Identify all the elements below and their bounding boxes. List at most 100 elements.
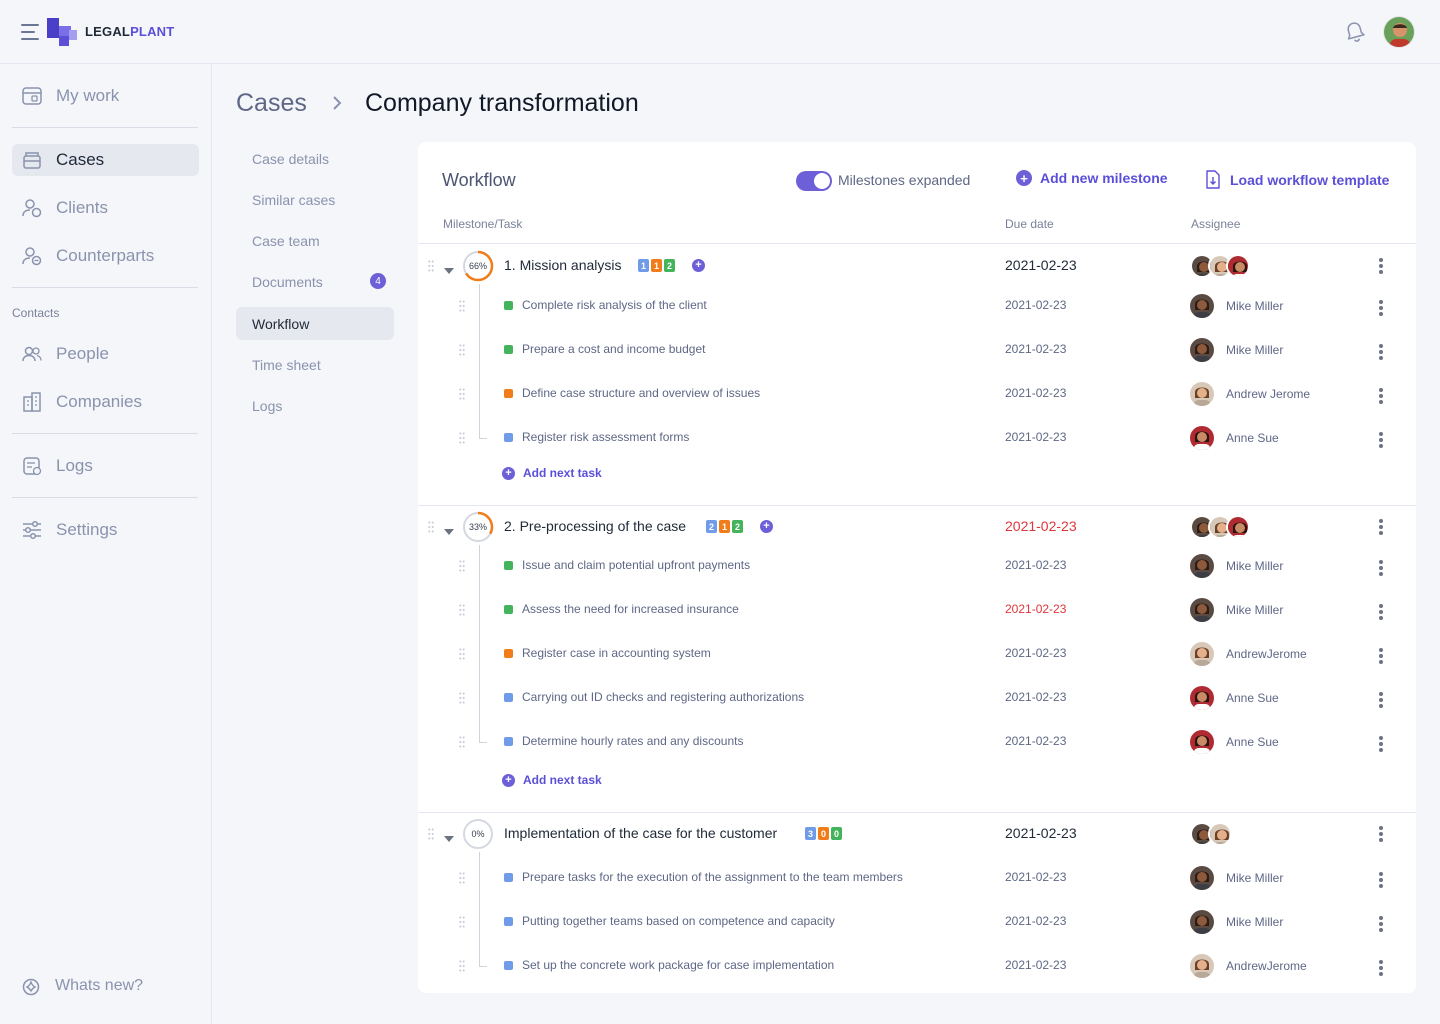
more-options-icon[interactable] bbox=[1379, 560, 1383, 576]
more-options-icon[interactable] bbox=[1379, 344, 1383, 360]
load-template-button[interactable]: Load workflow template bbox=[1204, 170, 1389, 190]
drag-handle-icon[interactable] bbox=[428, 828, 434, 840]
bell-icon[interactable] bbox=[1344, 20, 1366, 44]
sidebar-item-logs[interactable]: Logs bbox=[12, 450, 199, 482]
task-title[interactable]: Prepare tasks for the execution of the a… bbox=[522, 870, 903, 884]
task-assignee[interactable]: Anne Sue bbox=[1190, 426, 1279, 450]
whats-new-link[interactable]: Whats new? bbox=[21, 976, 143, 996]
task-assignee[interactable]: Anne Sue bbox=[1190, 686, 1279, 710]
subnav-workflow[interactable]: Workflow bbox=[236, 307, 394, 340]
drag-handle-icon[interactable] bbox=[459, 344, 465, 356]
task-title[interactable]: Complete risk analysis of the client bbox=[522, 298, 707, 312]
drag-handle-icon[interactable] bbox=[459, 960, 465, 972]
sidebar-item-label: Settings bbox=[56, 520, 118, 539]
sidebar-item-my-work[interactable]: My work bbox=[12, 80, 199, 112]
task-status-indicator bbox=[504, 917, 513, 926]
milestone-due-date: 2021-02-23 bbox=[1005, 257, 1077, 273]
more-options-icon[interactable] bbox=[1379, 692, 1383, 708]
plus-icon: + bbox=[1016, 170, 1032, 186]
task-assignee[interactable]: Mike Miller bbox=[1190, 294, 1283, 318]
buildings-icon bbox=[20, 390, 44, 414]
task-assignee[interactable]: AndrewJerome bbox=[1190, 642, 1307, 666]
assignee-avatar-stack[interactable] bbox=[1190, 822, 1232, 846]
drag-handle-icon[interactable] bbox=[459, 916, 465, 928]
sidebar-item-counterparts[interactable]: Counterparts bbox=[12, 240, 199, 272]
task-title[interactable]: Determine hourly rates and any discounts bbox=[522, 734, 743, 748]
sidebar-item-companies[interactable]: Companies bbox=[12, 386, 199, 418]
drag-handle-icon[interactable] bbox=[428, 260, 434, 272]
task-title[interactable]: Set up the concrete work package for cas… bbox=[522, 958, 834, 972]
collapse-caret-icon[interactable] bbox=[444, 523, 454, 535]
menu-icon[interactable] bbox=[21, 24, 39, 40]
more-options-icon[interactable] bbox=[1379, 916, 1383, 932]
subnav-case-details[interactable]: Case details bbox=[236, 142, 394, 175]
drag-handle-icon[interactable] bbox=[459, 300, 465, 312]
task-title[interactable]: Prepare a cost and income budget bbox=[522, 342, 705, 356]
user-avatar[interactable] bbox=[1383, 16, 1415, 48]
assignee-avatar-stack[interactable] bbox=[1190, 254, 1250, 278]
drag-handle-icon[interactable] bbox=[459, 872, 465, 884]
drag-handle-icon[interactable] bbox=[428, 521, 434, 533]
task-assignee[interactable]: Mike Miller bbox=[1190, 866, 1283, 890]
assignee-avatar-stack[interactable] bbox=[1190, 515, 1250, 539]
drag-handle-icon[interactable] bbox=[459, 692, 465, 704]
sidebar-item-settings[interactable]: Settings bbox=[12, 514, 199, 546]
subnav-documents[interactable]: Documents 4 bbox=[236, 265, 394, 298]
tree-line bbox=[479, 545, 480, 742]
sidebar-item-label: Counterparts bbox=[56, 246, 155, 265]
milestone-title[interactable]: 2. Pre-processing of the case bbox=[504, 518, 686, 534]
add-next-task-button[interactable]: + Add next task bbox=[502, 466, 602, 480]
more-options-icon[interactable] bbox=[1379, 258, 1383, 274]
sidebar-item-cases[interactable]: Cases bbox=[12, 144, 199, 176]
drag-handle-icon[interactable] bbox=[459, 736, 465, 748]
subnav-similar-cases[interactable]: Similar cases bbox=[236, 183, 394, 216]
collapse-caret-icon[interactable] bbox=[444, 830, 454, 842]
more-options-icon[interactable] bbox=[1379, 300, 1383, 316]
task-title[interactable]: Assess the need for increased insurance bbox=[522, 602, 739, 616]
task-title[interactable]: Register case in accounting system bbox=[522, 646, 711, 660]
more-options-icon[interactable] bbox=[1379, 388, 1383, 404]
more-options-icon[interactable] bbox=[1379, 648, 1383, 664]
task-assignee[interactable]: Andrew Jerome bbox=[1190, 382, 1310, 406]
task-due-date: 2021-02-23 bbox=[1005, 734, 1067, 748]
more-options-icon[interactable] bbox=[1379, 872, 1383, 888]
add-task-plus-icon[interactable]: + bbox=[692, 259, 705, 272]
more-options-icon[interactable] bbox=[1379, 960, 1383, 976]
task-assignee[interactable]: Anne Sue bbox=[1190, 730, 1279, 754]
task-assignee[interactable]: Mike Miller bbox=[1190, 598, 1283, 622]
sidebar-item-people[interactable]: People bbox=[12, 338, 199, 370]
more-options-icon[interactable] bbox=[1379, 604, 1383, 620]
subnav-time-sheet[interactable]: Time sheet bbox=[236, 348, 394, 381]
task-title[interactable]: Issue and claim potential upfront paymen… bbox=[522, 558, 750, 572]
task-title[interactable]: Define case structure and overview of is… bbox=[522, 386, 760, 400]
add-task-plus-icon[interactable]: + bbox=[760, 520, 773, 533]
add-next-task-button[interactable]: + Add next task bbox=[502, 773, 602, 787]
more-options-icon[interactable] bbox=[1379, 826, 1383, 842]
task-assignee[interactable]: Mike Miller bbox=[1190, 338, 1283, 362]
sidebar-item-clients[interactable]: Clients bbox=[12, 192, 199, 224]
collapse-caret-icon[interactable] bbox=[444, 262, 454, 274]
subnav-case-team[interactable]: Case team bbox=[236, 224, 394, 257]
task-title[interactable]: Carrying out ID checks and registering a… bbox=[522, 690, 804, 704]
breadcrumb-cases[interactable]: Cases bbox=[236, 89, 307, 118]
toggle-label: Milestones expanded bbox=[838, 172, 971, 188]
milestones-expanded-toggle[interactable] bbox=[796, 171, 832, 191]
milestone-title[interactable]: Implementation of the case for the custo… bbox=[504, 825, 777, 841]
drag-handle-icon[interactable] bbox=[459, 604, 465, 616]
task-title[interactable]: Register risk assessment forms bbox=[522, 430, 689, 444]
task-assignee[interactable]: AndrewJerome bbox=[1190, 954, 1307, 978]
task-title[interactable]: Putting together teams based on competen… bbox=[522, 914, 835, 928]
task-assignee[interactable]: Mike Miller bbox=[1190, 554, 1283, 578]
divider bbox=[12, 433, 198, 434]
add-milestone-button[interactable]: + Add new milestone bbox=[1016, 170, 1168, 186]
drag-handle-icon[interactable] bbox=[459, 432, 465, 444]
drag-handle-icon[interactable] bbox=[459, 388, 465, 400]
more-options-icon[interactable] bbox=[1379, 736, 1383, 752]
milestone-title[interactable]: 1. Mission analysis bbox=[504, 257, 622, 273]
drag-handle-icon[interactable] bbox=[459, 648, 465, 660]
drag-handle-icon[interactable] bbox=[459, 560, 465, 572]
more-options-icon[interactable] bbox=[1379, 432, 1383, 448]
task-assignee[interactable]: Mike Miller bbox=[1190, 910, 1283, 934]
more-options-icon[interactable] bbox=[1379, 519, 1383, 535]
subnav-logs[interactable]: Logs bbox=[236, 389, 394, 422]
